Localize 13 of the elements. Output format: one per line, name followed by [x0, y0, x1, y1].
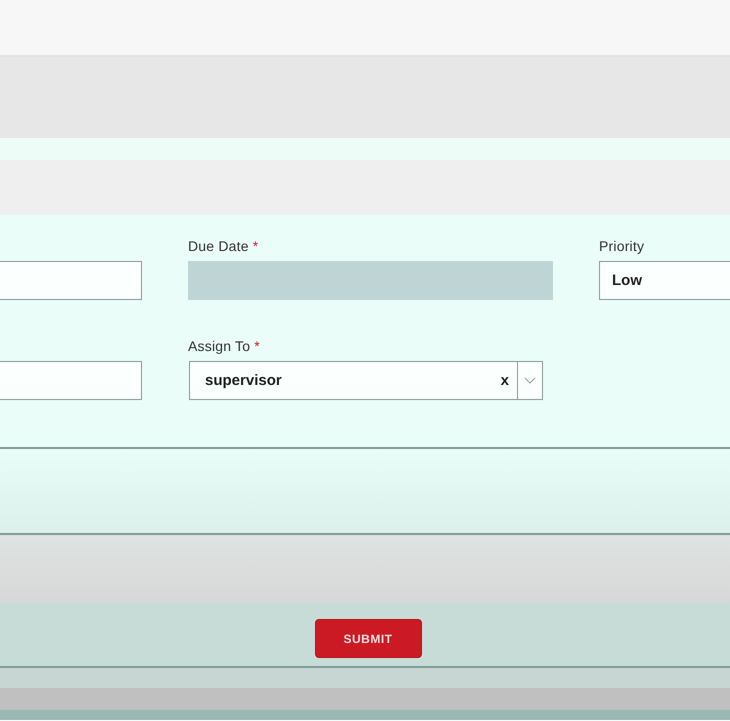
- dropdown-button[interactable]: [518, 361, 543, 400]
- required-marker: *: [252, 238, 258, 254]
- clear-button[interactable]: x: [500, 372, 509, 389]
- input-field[interactable]: Low: [599, 261, 730, 300]
- input-field[interactable]: [0, 361, 142, 400]
- field-label: Priority: [599, 238, 644, 254]
- chevron-down-icon: [524, 377, 536, 384]
- field-label: Due Date: [188, 238, 249, 254]
- input-field[interactable]: [0, 261, 142, 300]
- field-label: Assign To: [188, 338, 250, 354]
- required-marker: *: [254, 338, 260, 354]
- submit-button[interactable]: SUBMIT: [314, 619, 422, 658]
- select-field[interactable]: supervisor x: [189, 361, 518, 400]
